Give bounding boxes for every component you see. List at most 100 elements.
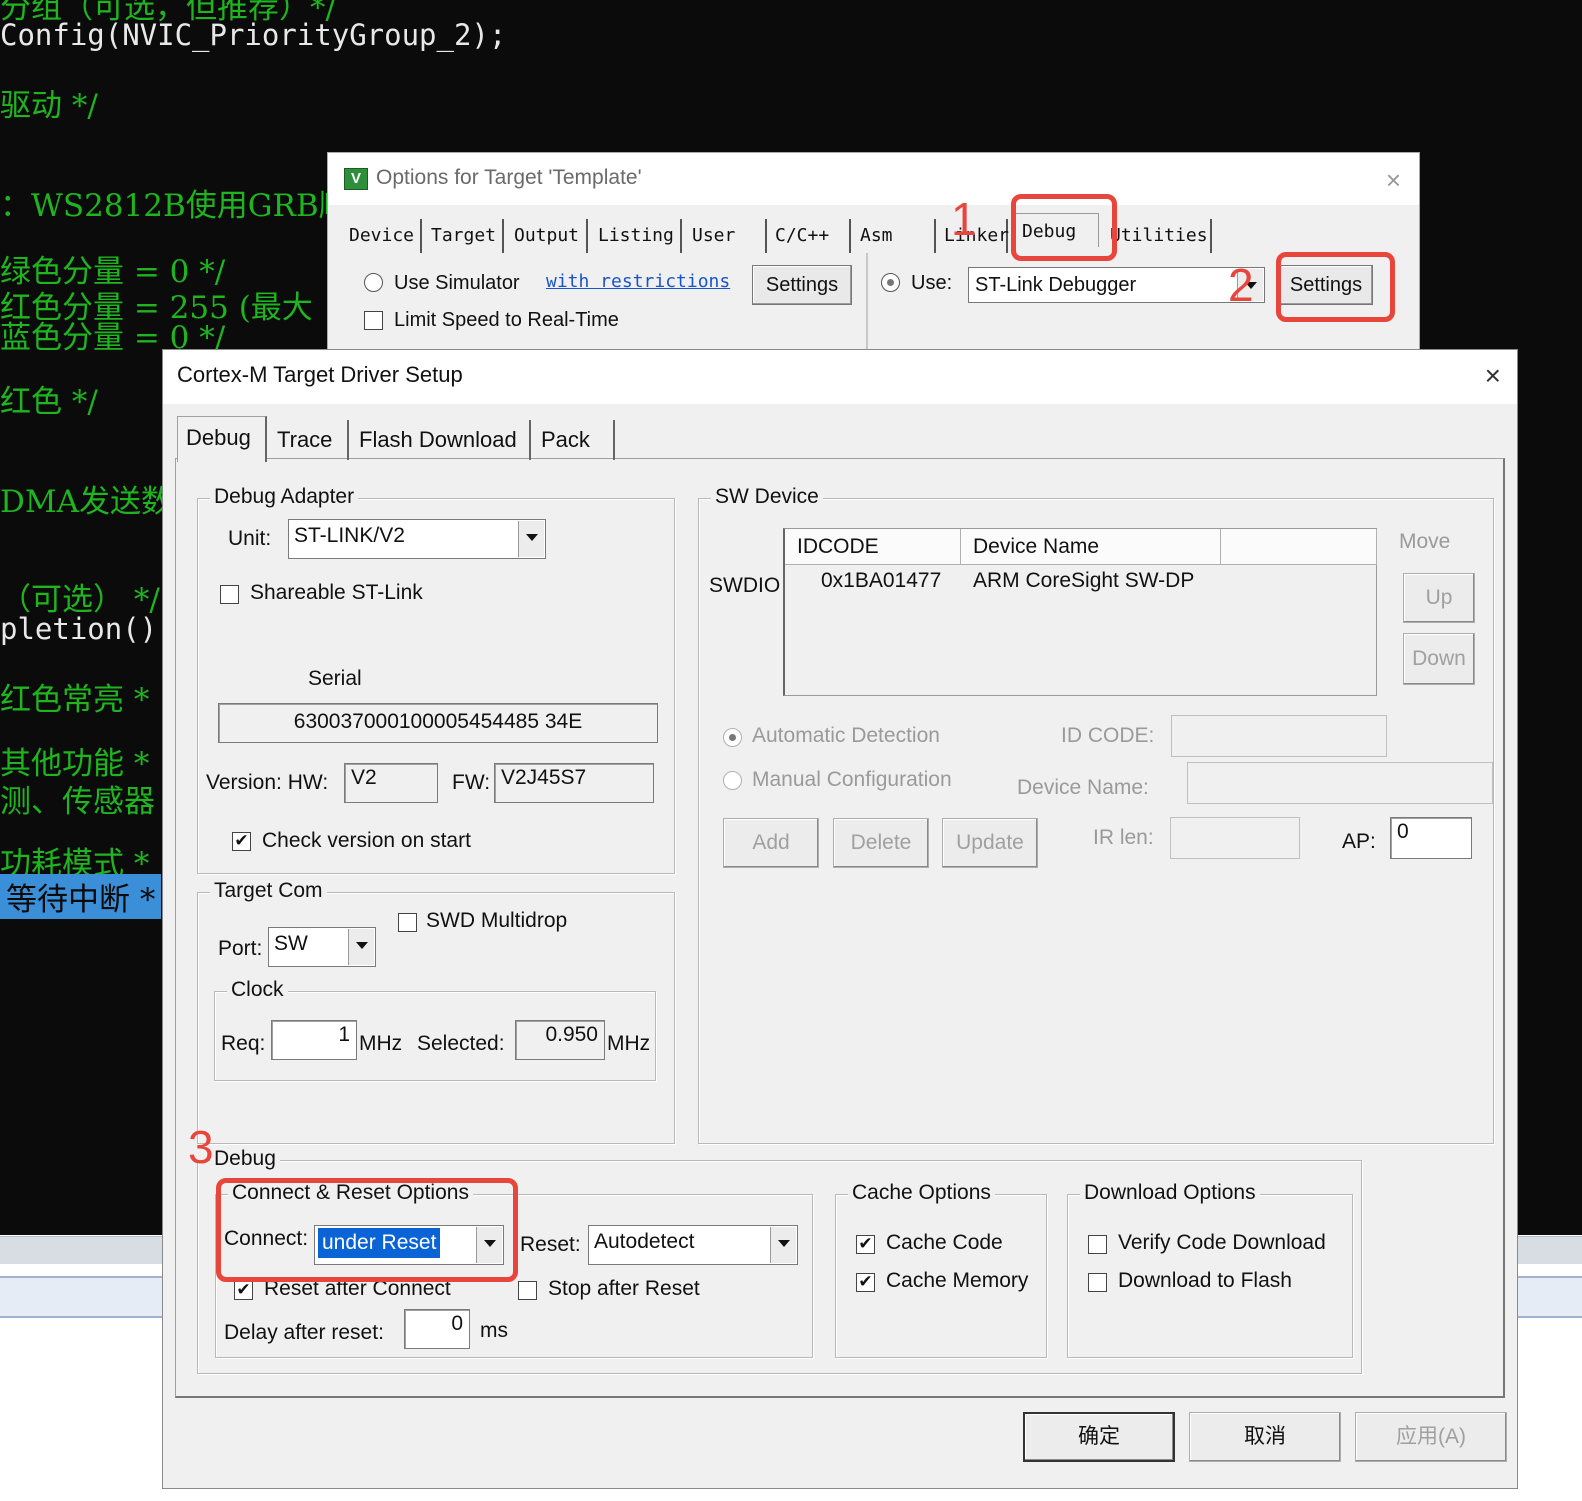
debug-adapter-title: Debug Adapter <box>210 485 359 509</box>
device-name-cell[interactable]: ARM CoreSight SW-DP <box>973 569 1194 593</box>
move-up-button[interactable]: Up <box>1403 573 1475 623</box>
serial-label: Serial <box>308 667 362 690</box>
clock-group: Clock Req: 1 MHz Selected: 0.950 MHz <box>214 978 656 1081</box>
sw-device-title: SW Device <box>711 485 823 509</box>
manual-configuration-radio[interactable] <box>723 771 742 790</box>
delay-after-reset-field[interactable]: 0 <box>404 1309 470 1349</box>
delay-after-reset-label: Delay after reset: <box>224 1321 384 1344</box>
shareable-st-link-checkbox[interactable] <box>220 585 239 604</box>
ir-len-field[interactable] <box>1170 817 1300 859</box>
code-line: ：WS2812B使用GRB顺序 <box>0 188 381 224</box>
tab-listing[interactable]: Listing <box>592 219 682 253</box>
reset-label: Reset: <box>520 1233 581 1256</box>
stop-after-reset-checkbox[interactable] <box>518 1281 537 1300</box>
automatic-detection-radio[interactable] <box>723 728 742 747</box>
tab-utilities[interactable]: Utilities <box>1104 219 1212 253</box>
with-restrictions-link[interactable]: with restrictions <box>546 271 730 292</box>
ap-field[interactable]: 0 <box>1390 817 1472 859</box>
delete-button[interactable]: Delete <box>833 818 929 868</box>
tab-target[interactable]: Target <box>425 219 504 253</box>
clock-req-field[interactable]: 1 <box>271 1020 357 1060</box>
limit-speed-checkbox[interactable] <box>364 311 383 330</box>
column-header-empty <box>1221 529 1377 565</box>
debugger-select[interactable]: ST-Link Debugger <box>968 267 1265 303</box>
cache-options-group: Cache Options ✔ Cache Code ✔ Cache Memor… <box>835 1181 1047 1358</box>
tab-output[interactable]: Output <box>508 219 588 253</box>
options-dialog-titlebar: V Options for Target 'Template' × <box>328 153 1419 205</box>
add-button[interactable]: Add <box>723 818 819 868</box>
port-value: SW <box>274 932 308 955</box>
tab-asm[interactable]: Asm <box>854 219 936 253</box>
chevron-down-icon[interactable] <box>770 1227 796 1263</box>
annotation-box-debug-tab <box>1011 194 1117 261</box>
unit-value: ST-LINK/V2 <box>294 524 405 547</box>
cache-options-title: Cache Options <box>848 1181 995 1205</box>
code-line: pletion(); <box>0 612 175 646</box>
chevron-down-icon[interactable] <box>348 929 374 965</box>
keil-uvision-icon: V <box>344 168 368 190</box>
debugger-select-value: ST-Link Debugger <box>975 274 1137 296</box>
manual-configuration-label: Manual Configuration <box>752 768 952 791</box>
id-code-field[interactable] <box>1171 715 1387 757</box>
annotation-number-2: 2 <box>1228 259 1254 311</box>
ok-button[interactable]: 确定 <box>1023 1412 1175 1462</box>
cache-memory-checkbox[interactable]: ✔ <box>856 1273 875 1292</box>
close-icon[interactable]: × <box>1485 360 1501 392</box>
chevron-down-icon[interactable] <box>518 521 544 557</box>
reset-after-connect-checkbox[interactable]: ✔ <box>234 1281 253 1300</box>
port-select[interactable]: SW <box>268 927 376 967</box>
update-button[interactable]: Update <box>942 818 1038 868</box>
tab-user[interactable]: User <box>686 219 767 253</box>
automatic-detection-label: Automatic Detection <box>752 724 940 747</box>
shareable-st-link-label: Shareable ST-Link <box>250 581 423 604</box>
swdio-label: SWDIO <box>709 574 781 597</box>
cache-code-checkbox[interactable]: ✔ <box>856 1235 875 1254</box>
apply-button[interactable]: 应用(A) <box>1355 1412 1507 1462</box>
annotation-box-settings-button <box>1276 252 1395 322</box>
code-line: 等待中断 * <box>0 874 162 919</box>
check-version-checkbox[interactable]: ✔ <box>232 832 251 851</box>
tab-flash-download[interactable]: Flash Download <box>351 420 531 460</box>
fw-label: FW: <box>452 771 491 794</box>
tab-trace[interactable]: Trace <box>269 420 349 460</box>
use-debugger-radio[interactable] <box>881 273 900 292</box>
req-label: Req: <box>221 1032 266 1055</box>
verify-code-download-label: Verify Code Download <box>1118 1231 1326 1254</box>
simulator-settings-button[interactable]: Settings <box>752 265 852 305</box>
tab-c-cpp[interactable]: C/C++ <box>769 219 851 253</box>
serial-field: 630037000100005454485 34E <box>218 703 658 743</box>
close-icon[interactable]: × <box>1386 165 1401 196</box>
device-name-field[interactable] <box>1187 762 1493 804</box>
unit-select[interactable]: ST-LINK/V2 <box>288 519 546 559</box>
mhz-label: MHz <box>607 1032 651 1055</box>
move-label: Move <box>1399 530 1451 553</box>
cancel-button[interactable]: 取消 <box>1189 1412 1341 1462</box>
device-name-label: Device Name: <box>1017 776 1149 799</box>
clock-title: Clock <box>227 978 288 1002</box>
options-dialog-title: Options for Target 'Template' <box>376 166 642 189</box>
reset-value: Autodetect <box>594 1230 695 1253</box>
options-for-target-dialog: V Options for Target 'Template' × Device… <box>327 152 1420 353</box>
download-to-flash-label: Download to Flash <box>1118 1269 1292 1292</box>
column-header-device-name[interactable]: Device Name <box>961 529 1221 565</box>
move-down-button[interactable]: Down <box>1403 633 1475 685</box>
download-to-flash-checkbox[interactable] <box>1088 1273 1107 1292</box>
use-simulator-radio[interactable] <box>364 273 383 292</box>
annotation-number-3: 3 <box>188 1121 214 1173</box>
version-hw-label: Version: HW: <box>206 771 329 794</box>
verify-code-download-checkbox[interactable] <box>1088 1235 1107 1254</box>
driver-dialog-title: Cortex-M Target Driver Setup <box>177 362 463 387</box>
target-com-group: Target Com Port: SW SWD Multidrop Clock … <box>197 879 675 1144</box>
id-code-label: ID CODE: <box>1061 724 1155 747</box>
tab-device[interactable]: Device <box>343 219 422 253</box>
tab-pack[interactable]: Pack <box>533 420 615 460</box>
reset-select[interactable]: Autodetect <box>588 1225 798 1265</box>
idcode-cell[interactable]: 0x1BA01477 <box>821 569 941 593</box>
swd-multidrop-checkbox[interactable] <box>398 913 417 932</box>
use-label: Use: <box>911 272 953 294</box>
clock-selected-field: 0.950 <box>515 1020 605 1060</box>
sw-device-table[interactable]: IDCODE Device Name 0x1BA01477 ARM CoreSi… <box>783 528 1377 696</box>
column-header-idcode[interactable]: IDCODE <box>785 529 961 565</box>
tab-debug[interactable]: Debug <box>177 416 267 462</box>
annotation-number-1: 1 <box>951 193 977 245</box>
